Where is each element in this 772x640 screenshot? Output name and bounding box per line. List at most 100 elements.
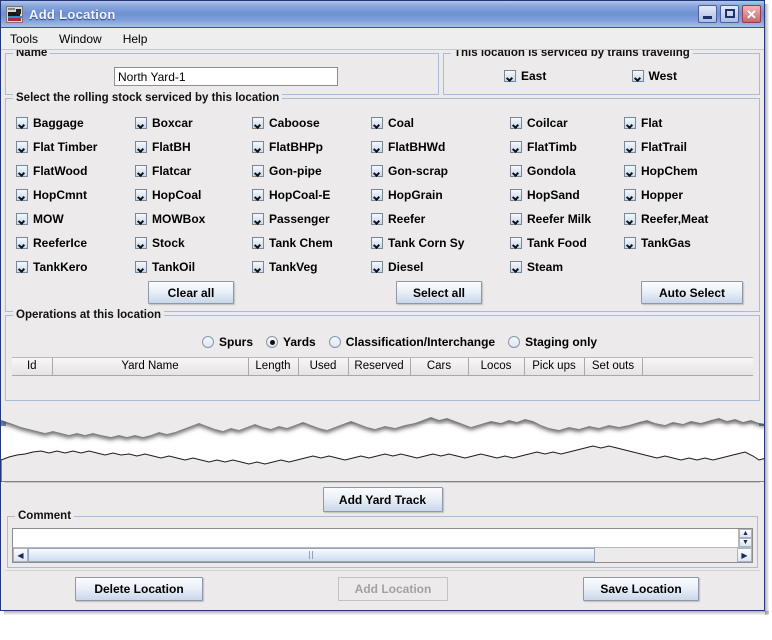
checkbox-coilcar[interactable]: Coilcar [510,111,624,135]
checkbox-hopcoal-e[interactable]: HopCoal-E [252,183,371,207]
table-column-header[interactable]: Set outs [584,358,642,375]
hscroll-track[interactable] [28,548,737,562]
radio-staging-only[interactable]: Staging only [508,335,597,349]
window-titlebar[interactable]: Add Location ✕ [1,1,764,28]
minimize-icon[interactable] [698,5,717,23]
radio-classification-interchange[interactable]: Classification/Interchange [329,335,495,349]
checkbox-tankoil[interactable]: TankOil [135,255,252,279]
checkbox-diesel[interactable]: Diesel [371,255,510,279]
table-column-header[interactable] [642,358,753,375]
table-column-header[interactable]: Used [298,358,348,375]
checkbox-flatwood[interactable]: FlatWood [16,159,135,183]
checkbox-west[interactable]: West [632,69,760,83]
maximize-icon[interactable] [720,5,739,23]
checkbox-baggage[interactable]: Baggage [16,111,135,135]
table-column-header[interactable]: Yard Name [52,358,248,375]
table-column-header[interactable]: Length [248,358,298,375]
delete-location-button[interactable]: Delete Location [75,577,203,601]
select-all-button[interactable]: Select all [396,281,482,304]
checkbox-flattrail[interactable]: FlatTrail [624,135,753,159]
checkbox-boxcar[interactable]: Boxcar [135,111,252,135]
checkbox-steam[interactable]: Steam [510,255,624,279]
add-yard-track-button[interactable]: Add Yard Track [323,487,443,512]
close-icon[interactable]: ✕ [742,5,761,23]
checkbox-flatbhwd[interactable]: FlatBHWd [371,135,510,159]
checkbox-east[interactable]: East [504,69,632,83]
checkbox-hopcmnt[interactable]: HopCmnt [16,183,135,207]
checkbox-tank-food[interactable]: Tank Food [510,231,624,255]
window-content: Name This location is serviced by trains… [1,50,764,610]
radio-yards[interactable]: Yards [266,335,316,349]
checkbox-flat[interactable]: Flat [624,111,753,135]
add-location-button[interactable]: Add Location [338,577,448,601]
checkbox-tankgas[interactable]: TankGas [624,231,753,255]
table-column-header[interactable]: Pick ups [524,358,584,375]
checkmark-icon [371,189,383,201]
operations-radio-group: Spurs Yards Classification/Interchange S… [202,335,610,349]
checkbox-flatbhpp[interactable]: FlatBHPp [252,135,371,159]
operations-group: Operations at this location Spurs Yards … [5,315,760,401]
comment-horizontal-scrollbar[interactable]: ◀ ▶ [13,547,752,562]
checkbox-hopsand[interactable]: HopSand [510,183,624,207]
checkbox-caboose[interactable]: Caboose [252,111,371,135]
checkbox-gon-scrap[interactable]: Gon-scrap [371,159,510,183]
checkbox-label: MOW [33,212,64,226]
checkbox-label: Boxcar [152,116,193,130]
triangle-right-icon[interactable]: ▶ [737,548,752,562]
checkbox-passenger[interactable]: Passenger [252,207,371,231]
checkbox-reefer[interactable]: Reefer [371,207,510,231]
hscroll-thumb[interactable] [28,548,595,562]
auto-select-button[interactable]: Auto Select [641,281,743,304]
add-location-window: Add Location ✕ Tools Window Help Name Th [0,0,765,611]
comment-vertical-scrollbar[interactable]: ▲ ▼ [738,529,752,547]
table-column-header[interactable]: Reserved [348,358,410,375]
checkbox-gondola[interactable]: Gondola [510,159,624,183]
checkbox-label: Tank Food [527,236,587,250]
checkbox-tank-chem[interactable]: Tank Chem [252,231,371,255]
comment-textarea[interactable] [13,529,738,547]
clear-all-button[interactable]: Clear all [148,281,234,304]
checkbox-tankkero[interactable]: TankKero [16,255,135,279]
triangle-up-icon[interactable]: ▲ [739,529,752,538]
checkbox-tankveg[interactable]: TankVeg [252,255,371,279]
location-name-input[interactable] [114,67,338,86]
menu-item-window[interactable]: Window [57,30,111,48]
name-group: Name [5,53,439,95]
checkbox-mow[interactable]: MOW [16,207,135,231]
checkbox-mowbox[interactable]: MOWBox [135,207,252,231]
checkbox-flatcar[interactable]: Flatcar [135,159,252,183]
checkbox-stock[interactable]: Stock [135,231,252,255]
checkmark-icon [510,237,522,249]
add-yard-track-row: Add Yard Track [5,482,760,516]
checkbox-hopper[interactable]: Hopper [624,183,753,207]
checkbox-tank-corn-sy[interactable]: Tank Corn Sy [371,231,510,255]
checkbox-reefer-milk[interactable]: Reefer Milk [510,207,624,231]
checkmark-icon [371,237,383,249]
save-location-button[interactable]: Save Location [583,577,699,601]
radio-spurs[interactable]: Spurs [202,335,253,349]
table-column-header[interactable]: Cars [410,358,468,375]
triangle-down-icon[interactable]: ▼ [739,538,752,547]
checkmark-icon [632,70,644,82]
checkbox-hopchem[interactable]: HopChem [624,159,753,183]
checkbox-label: Baggage [33,116,84,130]
table-column-header[interactable]: Id [12,358,52,375]
checkbox-reefer-meat[interactable]: Reefer,Meat [624,207,753,231]
checkbox-reeferice[interactable]: ReeferIce [16,231,135,255]
checkmark-icon [16,237,28,249]
checkbox-gon-pipe[interactable]: Gon-pipe [252,159,371,183]
triangle-left-icon[interactable]: ◀ [13,548,28,562]
checkbox-flat-timber[interactable]: Flat Timber [16,135,135,159]
checkbox-flatbh[interactable]: FlatBH [135,135,252,159]
checkbox-coal[interactable]: Coal [371,111,510,135]
window-shadow-right [765,4,769,615]
checkbox-hopcoal[interactable]: HopCoal [135,183,252,207]
checkbox-flattimb[interactable]: FlatTimb [510,135,624,159]
checkbox-hopgrain[interactable]: HopGrain [371,183,510,207]
direction-options: East West [444,69,759,83]
menu-item-help[interactable]: Help [121,30,157,48]
table-column-header[interactable]: Locos [468,358,524,375]
checkbox-label: ReeferIce [33,236,87,250]
menu-item-tools[interactable]: Tools [8,30,47,48]
operations-legend: Operations at this location [13,309,164,321]
